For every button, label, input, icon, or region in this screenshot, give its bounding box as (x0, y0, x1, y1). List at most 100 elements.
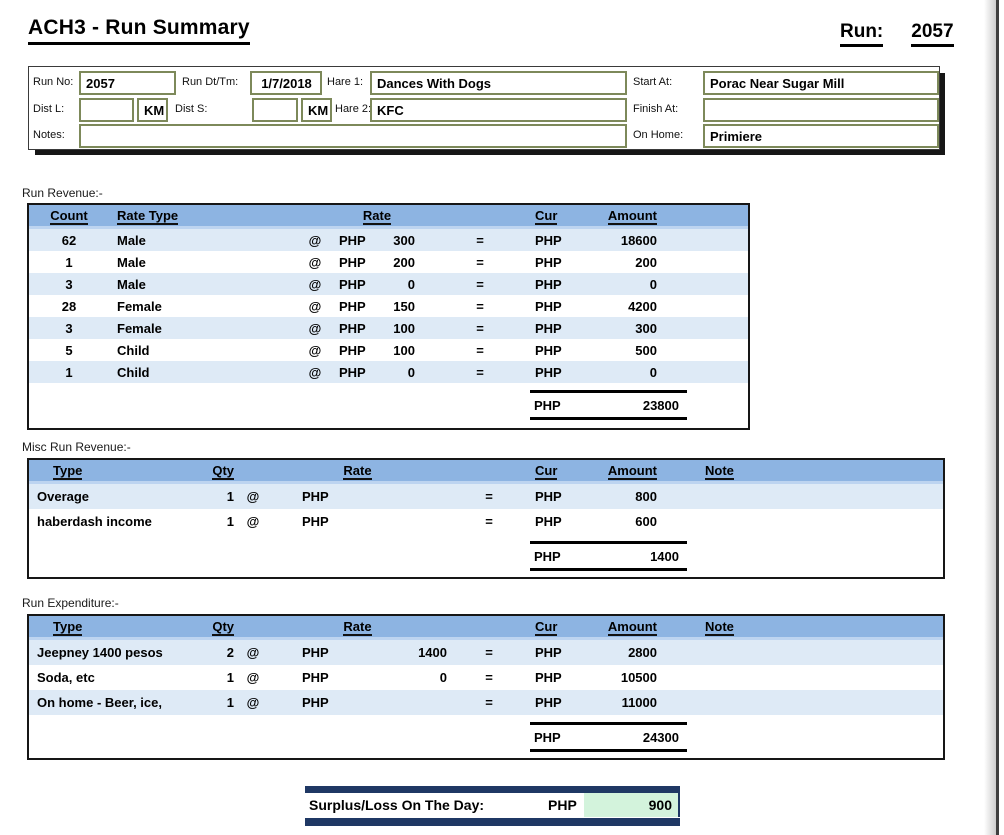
amount-cell: 2800 (583, 645, 659, 660)
header-row-1: Run No: 2057 Run Dt/Tm: 1/7/2018 Hare 1:… (29, 71, 939, 97)
type-header: Type (29, 619, 204, 634)
table-row: 62Male@PHP300=PHP18600 (29, 229, 748, 251)
amount-header: Amount (583, 208, 659, 223)
notes-field[interactable] (79, 124, 627, 148)
rate-cell: 100 (377, 343, 415, 358)
amount-cell: 0 (583, 277, 659, 292)
cur-cell: PHP (533, 277, 583, 292)
surplus-row: Surplus/Loss On The Day: PHP 900 (305, 793, 680, 817)
type-cell: Soda, etc (29, 670, 204, 685)
cur-cell: PHP (533, 670, 583, 685)
equals-sign: = (467, 670, 511, 685)
start-at-field[interactable]: Porac Near Sugar Mill (703, 71, 939, 95)
rate-type-cell: Male (109, 255, 299, 270)
count-cell: 62 (29, 233, 109, 248)
amount-cell: 0 (583, 365, 659, 380)
km-unit-1: KM (137, 98, 168, 122)
qty-cell: 1 (204, 670, 238, 685)
rate-type-cell: Child (109, 343, 299, 358)
rate-cell: 0 (332, 670, 447, 685)
type-cell: On home - Beer, ice, (29, 695, 204, 710)
rate-cur-cell: PHP (331, 299, 377, 314)
run-revenue-table: Count Rate Type Rate Cur Amount 62Male@P… (27, 203, 750, 430)
rate-cell: 0 (377, 277, 415, 292)
cur-cell: PHP (533, 233, 583, 248)
dist-s-field[interactable] (252, 98, 298, 122)
amount-cell: 800 (583, 489, 659, 504)
run-no-field[interactable]: 2057 (79, 71, 176, 95)
on-home-field[interactable]: Primiere (703, 124, 939, 148)
cur-cell: PHP (533, 343, 583, 358)
qty-cell: 1 (204, 695, 238, 710)
total-amount: 1400 (650, 549, 679, 564)
table-row: Jeepney 1400 pesos2@PHP1400=PHP2800 (29, 640, 943, 665)
surplus-top-stripe (305, 786, 680, 793)
at-sign: @ (299, 321, 331, 336)
total-cur: PHP (534, 549, 561, 564)
cur-cell: PHP (533, 695, 583, 710)
rate-header: Rate (268, 619, 447, 634)
hare1-field[interactable]: Dances With Dogs (370, 71, 627, 95)
type-cell: haberdash income (29, 514, 204, 529)
rate-type-header: Rate Type (109, 208, 299, 223)
type-cell: Overage (29, 489, 204, 504)
at-sign: @ (299, 299, 331, 314)
note-header: Note (659, 619, 943, 634)
rate-cur-cell: PHP (331, 365, 377, 380)
hare2-label: Hare 2: (335, 103, 371, 115)
equals-sign: = (445, 233, 515, 248)
run-dttm-field[interactable]: 1/7/2018 (250, 71, 322, 95)
amount-header: Amount (583, 619, 659, 634)
at-sign: @ (299, 277, 331, 292)
qty-cell: 1 (204, 489, 238, 504)
cur-cell: PHP (533, 645, 583, 660)
cur-cell: PHP (533, 365, 583, 380)
at-sign: @ (238, 489, 268, 504)
run-revenue-header-row: Count Rate Type Rate Cur Amount (29, 205, 748, 229)
equals-sign: = (467, 645, 511, 660)
rate-cur-cell: PHP (331, 277, 377, 292)
rate-type-cell: Male (109, 277, 299, 292)
total-cur: PHP (534, 398, 561, 413)
table-row: 5Child@PHP100=PHP500 (29, 339, 748, 361)
page-title: ACH3 - Run Summary (28, 16, 250, 45)
table-row: 3Female@PHP100=PHP300 (29, 317, 748, 339)
dist-s-label: Dist S: (175, 103, 207, 115)
count-cell: 1 (29, 365, 109, 380)
start-at-label: Start At: (633, 76, 672, 88)
note-header: Note (659, 463, 943, 478)
qty-header: Qty (204, 463, 238, 478)
count-cell: 3 (29, 277, 109, 292)
amount-cell: 600 (583, 514, 659, 529)
amount-cell: 300 (583, 321, 659, 336)
rate-cell: 0 (377, 365, 415, 380)
hare2-field[interactable]: KFC (370, 98, 627, 122)
dist-l-label: Dist L: (33, 103, 64, 115)
type-header: Type (29, 463, 204, 478)
qty-cell: 2 (204, 645, 238, 660)
equals-sign: = (445, 277, 515, 292)
rate-cell: 100 (377, 321, 415, 336)
at-sign: @ (238, 514, 268, 529)
equals-sign: = (467, 489, 511, 504)
misc-revenue-table: Type Qty Rate Cur Amount Note Overage1@P… (27, 458, 945, 579)
surplus-cur: PHP (548, 797, 584, 813)
hare1-label: Hare 1: (327, 76, 363, 88)
cur-header: Cur (533, 208, 583, 223)
dist-l-field[interactable] (79, 98, 134, 122)
qty-cell: 1 (204, 514, 238, 529)
expenditure-header-row: Type Qty Rate Cur Amount Note (29, 616, 943, 640)
rate-cur-cell: PHP (268, 645, 332, 660)
at-sign: @ (238, 645, 268, 660)
at-sign: @ (299, 255, 331, 270)
at-sign: @ (238, 670, 268, 685)
at-sign: @ (299, 365, 331, 380)
amount-cell: 500 (583, 343, 659, 358)
cur-cell: PHP (533, 321, 583, 336)
cur-cell: PHP (533, 299, 583, 314)
amount-cell: 10500 (583, 670, 659, 685)
equals-sign: = (445, 321, 515, 336)
equals-sign: = (445, 365, 515, 380)
table-row: Overage1@PHP=PHP800 (29, 484, 943, 509)
finish-at-field[interactable] (703, 98, 939, 122)
